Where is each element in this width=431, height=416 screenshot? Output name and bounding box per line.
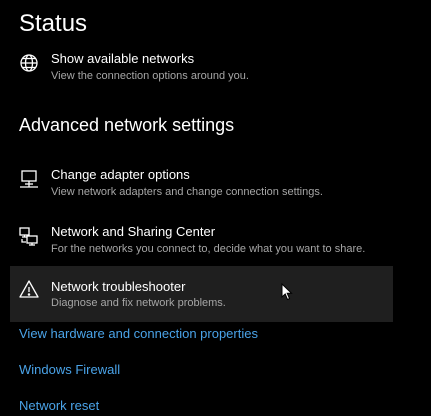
- advanced-network-settings-heading: Advanced network settings: [19, 115, 235, 135]
- change-adapter-options-description: View network adapters and change connect…: [51, 186, 323, 198]
- network-troubleshooter-description: Diagnose and fix network problems.: [51, 297, 226, 309]
- network-and-sharing-center-option[interactable]: Network and Sharing Center For the netwo…: [10, 215, 393, 269]
- network-and-sharing-center-label: Network and Sharing Center: [51, 224, 216, 239]
- view-hardware-properties-link[interactable]: View hardware and connection properties: [19, 325, 258, 342]
- show-available-networks-option[interactable]: Show available networks View the connect…: [10, 42, 393, 96]
- network-troubleshooter-option[interactable]: Network troubleshooter Diagnose and fix …: [10, 266, 393, 322]
- mouse-pointer-icon: [281, 282, 293, 301]
- globe-icon: [18, 52, 40, 74]
- show-available-networks-label: Show available networks: [51, 51, 195, 66]
- show-available-networks-description: View the connection options around you.: [51, 70, 249, 82]
- network-troubleshooter-label: Network troubleshooter: [51, 279, 186, 294]
- change-adapter-options-label: Change adapter options: [51, 167, 190, 182]
- adapter-monitor-icon: [18, 168, 40, 190]
- network-reset-link[interactable]: Network reset: [19, 397, 99, 414]
- network-and-sharing-center-description: For the networks you connect to, decide …: [51, 243, 366, 255]
- warning-triangle-icon: [18, 278, 40, 300]
- windows-firewall-link[interactable]: Windows Firewall: [19, 361, 120, 378]
- page-title: Status: [19, 10, 88, 37]
- sharing-center-icon: [18, 225, 40, 247]
- change-adapter-options-option[interactable]: Change adapter options View network adap…: [10, 158, 393, 212]
